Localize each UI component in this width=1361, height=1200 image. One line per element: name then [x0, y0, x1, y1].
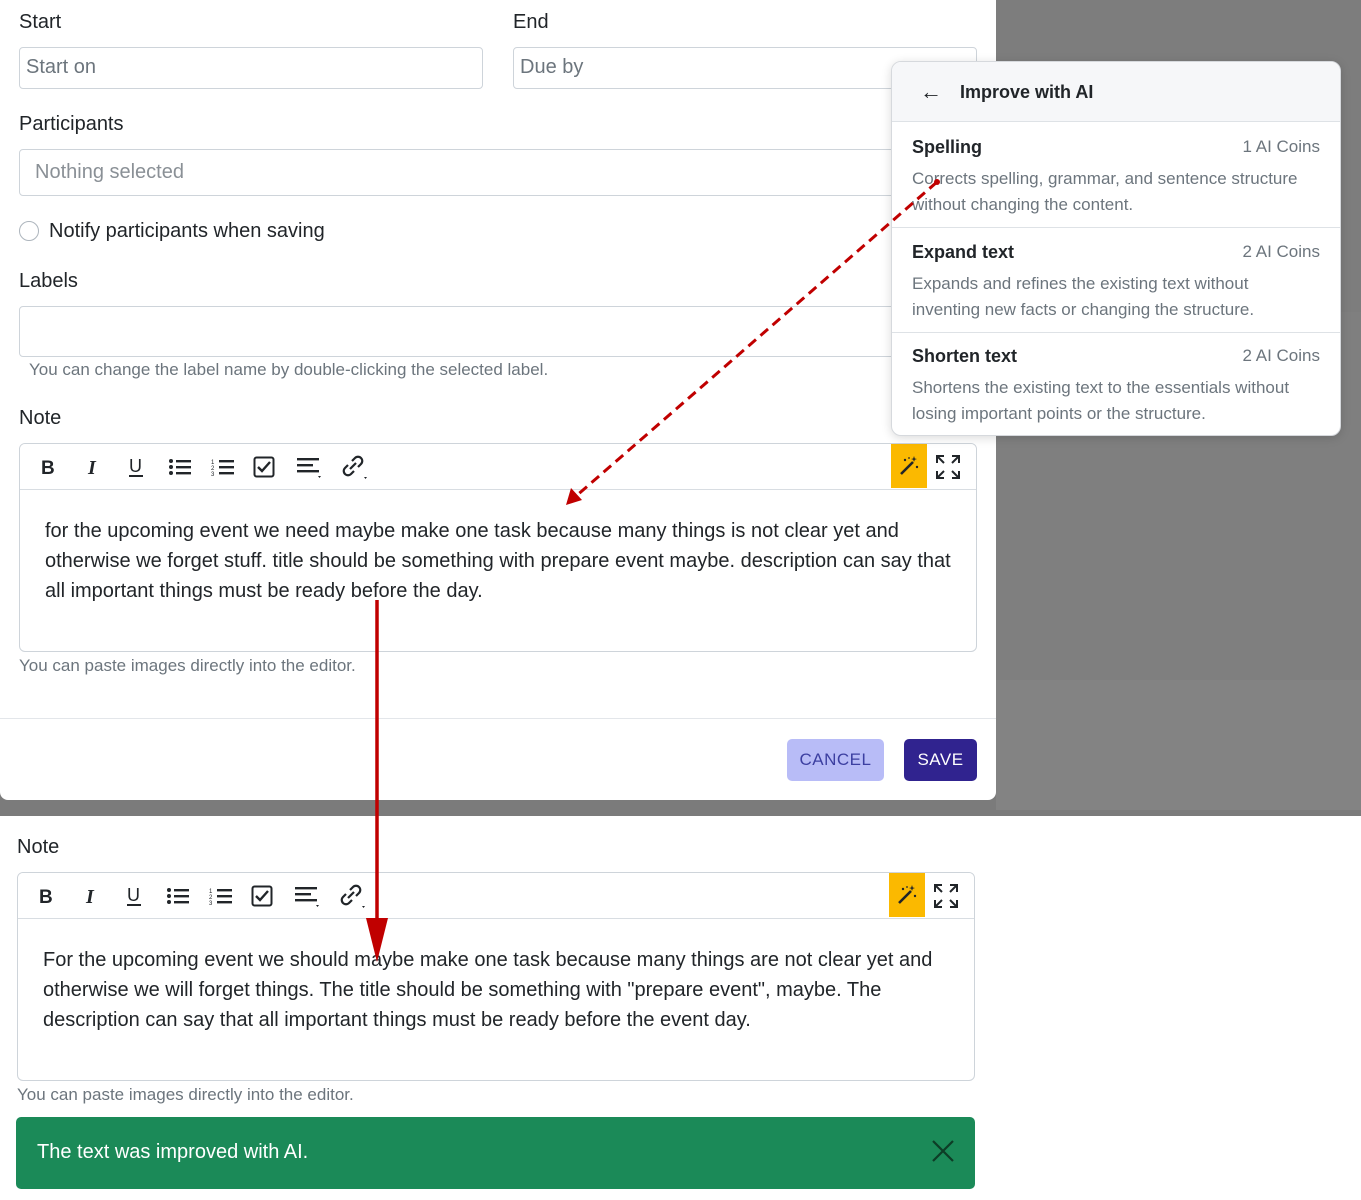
checklist-icon[interactable]: [244, 444, 284, 490]
bold-icon[interactable]: B: [28, 444, 68, 490]
participants-select[interactable]: Nothing selected: [19, 149, 977, 196]
back-arrow-icon[interactable]: ←: [920, 79, 942, 105]
bold-icon[interactable]: B: [26, 873, 66, 919]
labels-label: Labels: [19, 270, 78, 292]
option-name: Shorten text: [912, 346, 1018, 366]
fullscreen-icon[interactable]: [928, 444, 968, 490]
footer-divider: [0, 718, 996, 719]
participants-label: Participants: [19, 113, 124, 135]
option-cost: 2 AI Coins: [1242, 242, 1321, 261]
option-name: Spelling: [912, 137, 983, 157]
start-label: Start: [19, 11, 62, 33]
numbered-list-icon[interactable]: 123: [203, 444, 243, 490]
ai-option-shorten[interactable]: Shorten text 2 AI Coins Shortens the exi…: [892, 332, 1340, 435]
result-note-editor[interactable]: B I U 123 For the upcoming event we shou…: [17, 872, 975, 1081]
toast-message: The text was improved with AI.: [37, 1141, 309, 1163]
svg-text:B: B: [39, 887, 53, 906]
note-editor[interactable]: B I U 123 for the upcoming event we need…: [19, 443, 977, 652]
start-input[interactable]: Start on: [19, 47, 483, 89]
svg-text:3: 3: [211, 472, 215, 477]
link-icon[interactable]: [333, 873, 373, 919]
svg-text:I: I: [85, 886, 95, 906]
result-note-label: Note: [17, 836, 60, 858]
labels-help: You can change the label name by double-…: [29, 360, 549, 379]
ai-menu-title: Improve with AI: [960, 82, 1094, 102]
svg-text:U: U: [127, 885, 140, 905]
end-label: End: [513, 11, 549, 33]
fullscreen-icon[interactable]: [926, 873, 966, 919]
success-toast: The text was improved with AI.: [16, 1117, 975, 1189]
notify-label: Notify participants when saving: [49, 220, 325, 242]
save-button[interactable]: SAVE: [904, 739, 977, 781]
link-icon[interactable]: [335, 444, 375, 490]
backdrop: [996, 680, 1361, 810]
magic-wand-icon[interactable]: [889, 873, 925, 917]
notify-radio[interactable]: [19, 221, 39, 241]
svg-text:B: B: [41, 458, 55, 477]
ai-option-spelling[interactable]: Spelling 1 AI Coins Corrects spelling, g…: [892, 123, 1340, 228]
labels-input[interactable]: [19, 306, 977, 357]
svg-text:U: U: [129, 456, 142, 476]
note-text[interactable]: for the upcoming event we need maybe mak…: [45, 516, 965, 606]
option-cost: 1 AI Coins: [1242, 137, 1321, 156]
bullet-list-icon[interactable]: [158, 873, 198, 919]
option-name: Expand text: [912, 242, 1015, 262]
svg-text:3: 3: [209, 901, 213, 906]
option-description: Shortens the existing text to the essent…: [912, 378, 1290, 423]
align-icon[interactable]: [290, 444, 330, 490]
option-description: Corrects spelling, grammar, and sentence…: [912, 169, 1298, 214]
magic-wand-icon[interactable]: [891, 444, 927, 488]
editor-toolbar: B I U 123: [20, 444, 976, 490]
option-cost: 2 AI Coins: [1242, 346, 1321, 365]
ai-improve-menu: ← Improve with AI Spelling 1 AI Coins Co…: [891, 61, 1341, 436]
result-note-text[interactable]: For the upcoming event we should maybe m…: [43, 945, 953, 1035]
note-help: You can paste images directly into the e…: [19, 656, 356, 675]
bullet-list-icon[interactable]: [160, 444, 200, 490]
cancel-button[interactable]: CANCEL: [787, 739, 884, 781]
editor-toolbar: B I U 123: [18, 873, 974, 919]
italic-icon[interactable]: I: [70, 873, 110, 919]
task-form-screenshot: Start Start on End Due by Participants N…: [0, 0, 1361, 816]
close-icon[interactable]: [931, 1139, 955, 1163]
checklist-icon[interactable]: [242, 873, 282, 919]
task-modal: Start Start on End Due by Participants N…: [0, 0, 996, 800]
underline-icon[interactable]: U: [116, 444, 156, 490]
result-note-help: You can paste images directly into the e…: [17, 1085, 354, 1104]
ai-option-expand[interactable]: Expand text 2 AI Coins Expands and refin…: [892, 228, 1340, 333]
italic-icon[interactable]: I: [72, 444, 112, 490]
note-label: Note: [19, 407, 62, 429]
svg-text:I: I: [87, 457, 97, 477]
numbered-list-icon[interactable]: 123: [201, 873, 241, 919]
align-icon[interactable]: [288, 873, 328, 919]
ai-menu-header: ← Improve with AI: [892, 62, 1340, 122]
option-description: Expands and refines the existing text wi…: [912, 274, 1255, 319]
result-screenshot: Note B I U 123 For the upcoming event we…: [0, 816, 1361, 1200]
underline-icon[interactable]: U: [114, 873, 154, 919]
